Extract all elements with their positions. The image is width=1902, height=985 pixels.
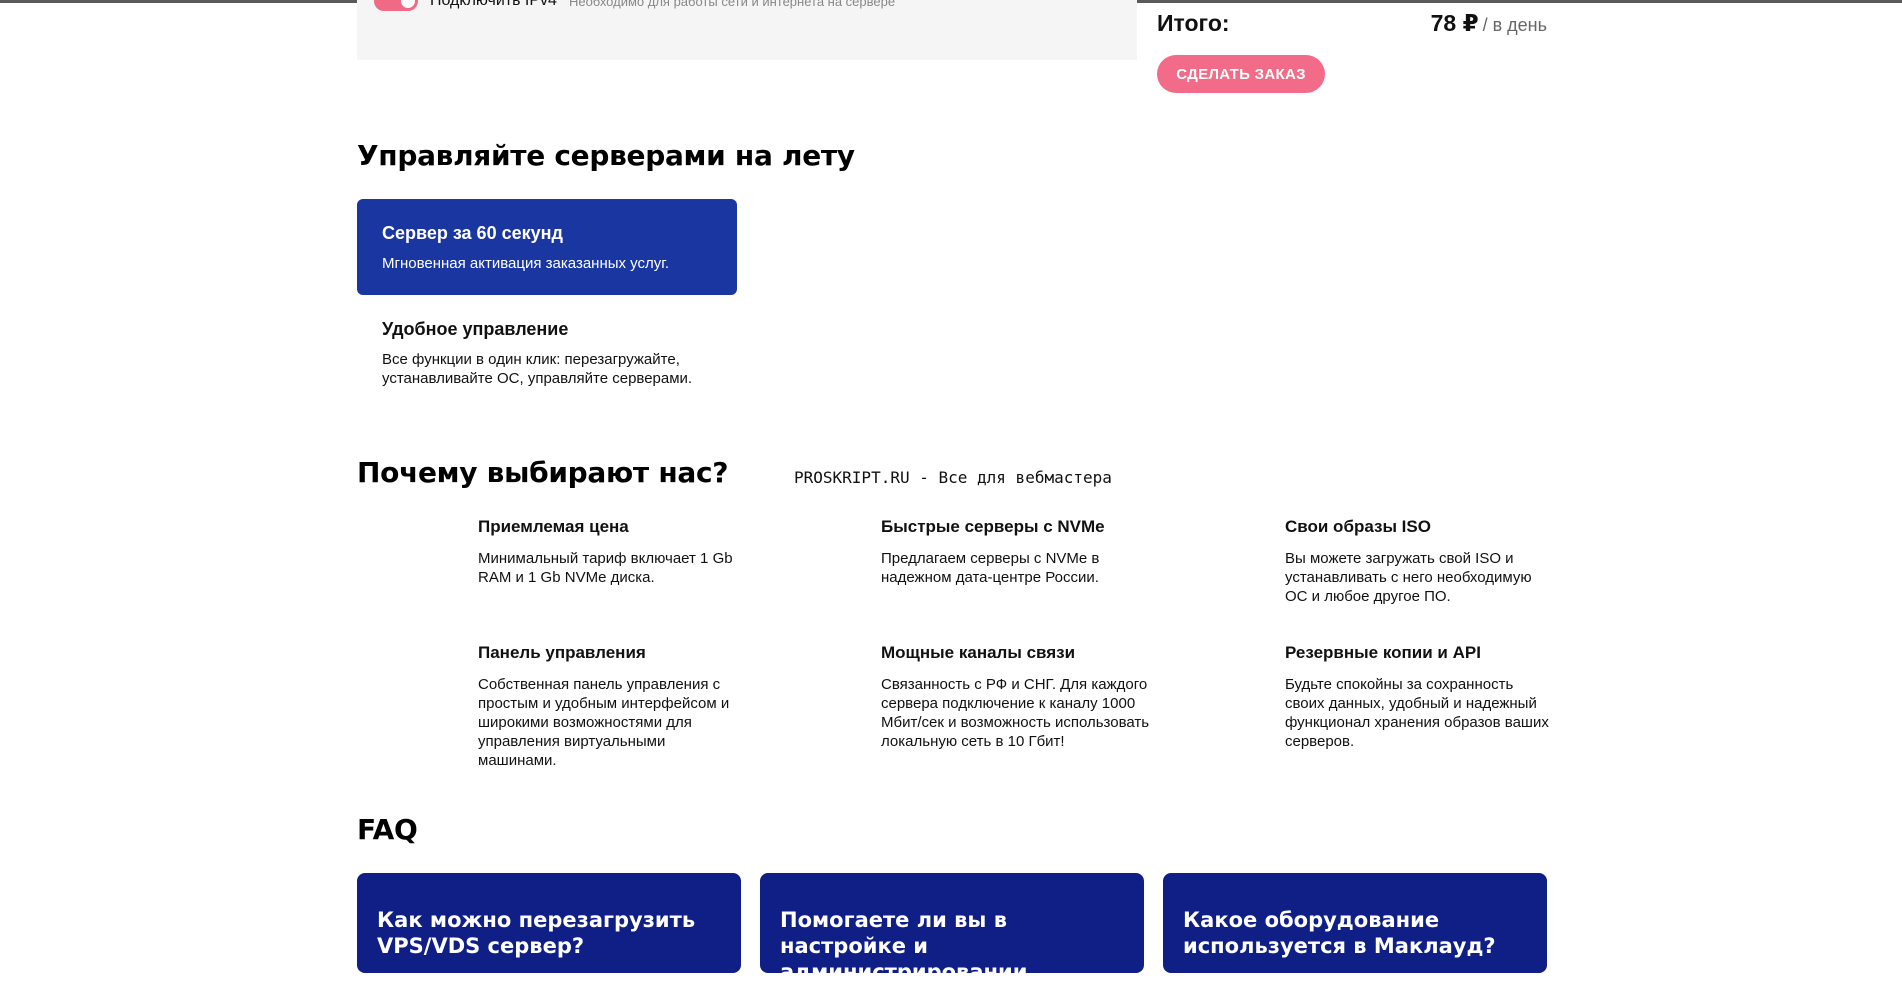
why-item-title: Приемлемая цена	[478, 517, 629, 536]
why-item-desc: Собственная панель управления с простым …	[478, 676, 730, 769]
why-section-title: Почему выбирают нас?	[357, 456, 729, 489]
feature-card-title: Сервер за 60 секунд	[382, 223, 563, 243]
total-label: Итого:	[1157, 10, 1230, 36]
ipv4-toggle[interactable]	[374, 0, 418, 11]
why-item-channels: Мощные каналы связи Связанность с РФ и С…	[881, 643, 1151, 751]
why-item-desc: Предлагаем серверы с NVMe в надежном дат…	[881, 550, 1100, 586]
total-row: Итого: 78 ₽ / в день	[1157, 10, 1547, 37]
why-item-desc: Вы можете загружать свой ISO и устанавли…	[1285, 550, 1532, 605]
why-item-panel: Панель управления Собственная панель упр…	[478, 643, 748, 770]
total-price: 78 ₽	[1430, 10, 1479, 36]
why-item-price: Приемлемая цена Минимальный тариф включа…	[478, 517, 748, 587]
feature-card-title: Удобное управление	[382, 319, 569, 339]
watermark-text: PROSKRIPT.RU - Все для вебмастера	[794, 468, 1112, 487]
why-item-iso: Свои образы ISO Вы можете загружать свой…	[1285, 517, 1555, 606]
manage-section-title: Управляйте серверами на лету	[357, 139, 855, 172]
faq-card-admin-help[interactable]: Помогаете ли вы в настройке и администри…	[760, 873, 1144, 984]
feature-card-fast-server[interactable]: Сервер за 60 секунд Мгновенная активация…	[357, 199, 737, 295]
why-item-title: Быстрые серверы с NVMe	[881, 517, 1105, 536]
faq-question: Помогаете ли вы в настройке и администри…	[780, 908, 1028, 984]
ipv4-hint: Необходимо для работы сети и интернета н…	[568, 0, 896, 9]
why-item-desc: Связанность с РФ и СНГ. Для каждого серв…	[881, 676, 1150, 750]
faq-card-reboot[interactable]: Как можно перезагрузить VPS/VDS сервер?	[357, 873, 741, 973]
total-unit: / в день	[1482, 15, 1547, 35]
total-price-group: 78 ₽ / в день	[1431, 10, 1547, 37]
ipv4-option-row: Подключить IPv4 Необходимо для работы се…	[374, 0, 895, 11]
why-item-title: Свои образы ISO	[1285, 517, 1431, 536]
why-item-nvme: Быстрые серверы с NVMe Предлагаем сервер…	[881, 517, 1151, 587]
faq-question: Как можно перезагрузить VPS/VDS сервер?	[377, 908, 696, 958]
feature-card-easy-management[interactable]: Удобное управление Все функции в один кл…	[357, 295, 737, 395]
faq-question: Какое оборудование используется в Маклау…	[1183, 908, 1496, 958]
why-item-title: Панель управления	[478, 643, 646, 662]
feature-card-desc: Все функции в один клик: перезагружайте,…	[382, 351, 693, 387]
feature-card-desc: Мгновенная активация заказанных услуг.	[382, 255, 670, 272]
why-item-title: Резервные копии и API	[1285, 643, 1481, 662]
why-item-backup: Резервные копии и API Будьте спокойны за…	[1285, 643, 1555, 751]
why-item-title: Мощные каналы связи	[881, 643, 1076, 662]
ipv4-label: Подключить IPv4	[430, 0, 557, 9]
order-button[interactable]: СДЕЛАТЬ ЗАКАЗ	[1157, 55, 1325, 93]
faq-card-hardware[interactable]: Какое оборудование используется в Маклау…	[1163, 873, 1547, 973]
why-item-desc: Будьте спокойны за сохранность своих дан…	[1285, 676, 1549, 750]
faq-section-title: FAQ	[357, 813, 418, 846]
why-item-desc: Минимальный тариф включает 1 Gb RAM и 1 …	[478, 550, 733, 586]
